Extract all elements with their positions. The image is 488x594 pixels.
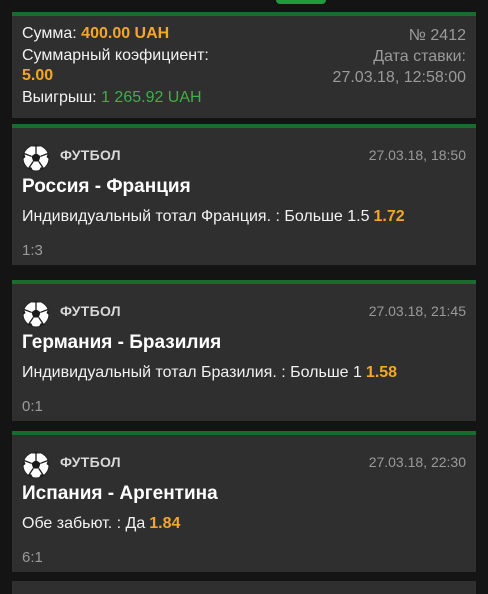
event-card[interactable]: ФУТБОЛ 27.03.18, 18:50 Россия - Франция … xyxy=(12,124,476,265)
market-line: Обе забьют. : Да 1.84 xyxy=(22,515,180,533)
bet-history-screen: Сумма: 400.00 UAH Суммарный коэфициент: … xyxy=(0,0,488,594)
win-value: 1 265.92 UAH xyxy=(101,89,202,106)
bet-summary-card: Сумма: 400.00 UAH Суммарный коэфициент: … xyxy=(12,12,476,118)
event-datetime: 27.03.18, 18:50 xyxy=(368,147,466,163)
odd-value: 1.58 xyxy=(365,364,398,381)
match-title: Россия - Франция xyxy=(22,176,191,197)
event-card[interactable]: ФУТБОЛ 27.03.18, 21:45 Германия - Бразил… xyxy=(12,280,476,421)
market-line: Индивидуальный тотал Бразилия. : Больше … xyxy=(22,364,397,382)
match-score: 1:3 xyxy=(22,242,43,259)
market-line: Индивидуальный тотал Франция. : Больше 1… xyxy=(22,208,405,226)
coef-label: Суммарный коэфициент: xyxy=(22,47,209,64)
coef-value: 5.00 xyxy=(22,67,54,84)
odd-value: 1.84 xyxy=(149,515,181,532)
sport-label: ФУТБОЛ xyxy=(60,303,121,319)
win-row: Выигрыш: 1 265.92 UAH xyxy=(22,88,202,108)
market-text: Индивидуальный тотал Бразилия. : Больше … xyxy=(22,364,362,381)
match-score: 6:1 xyxy=(22,549,43,566)
sport-label: ФУТБОЛ xyxy=(60,454,121,470)
match-score: 0:1 xyxy=(22,398,43,415)
top-tab-indicator[interactable] xyxy=(276,0,326,4)
soccer-ball-icon xyxy=(22,300,50,328)
bet-date-value: 27.03.18, 12:58:00 xyxy=(332,69,466,86)
match-title: Германия - Бразилия xyxy=(22,332,222,353)
stake-label: Сумма: xyxy=(22,25,77,42)
soccer-ball-icon xyxy=(22,451,50,479)
match-title: Испания - Аргентина xyxy=(22,483,218,504)
market-text: Обе забьют. : Да xyxy=(22,515,146,532)
odd-value: 1.72 xyxy=(373,208,405,225)
win-label: Выигрыш: xyxy=(22,89,97,106)
sport-label: ФУТБОЛ xyxy=(60,147,121,163)
market-text: Индивидуальный тотал Франция. : Больше 1… xyxy=(22,208,370,225)
stake-value: 400.00 UAH xyxy=(81,25,170,42)
soccer-ball-icon xyxy=(22,144,50,172)
event-card[interactable]: ФУТБОЛ 27.03.18, 22:30 Испания - Аргенти… xyxy=(12,431,476,572)
next-card-edge xyxy=(12,581,476,594)
stake-row: Сумма: 400.00 UAH xyxy=(22,24,169,44)
event-datetime: 27.03.18, 22:30 xyxy=(368,454,466,470)
bet-date-label: Дата ставки: xyxy=(373,48,466,65)
event-datetime: 27.03.18, 21:45 xyxy=(368,303,466,319)
bet-number: № 2412 xyxy=(408,27,466,44)
